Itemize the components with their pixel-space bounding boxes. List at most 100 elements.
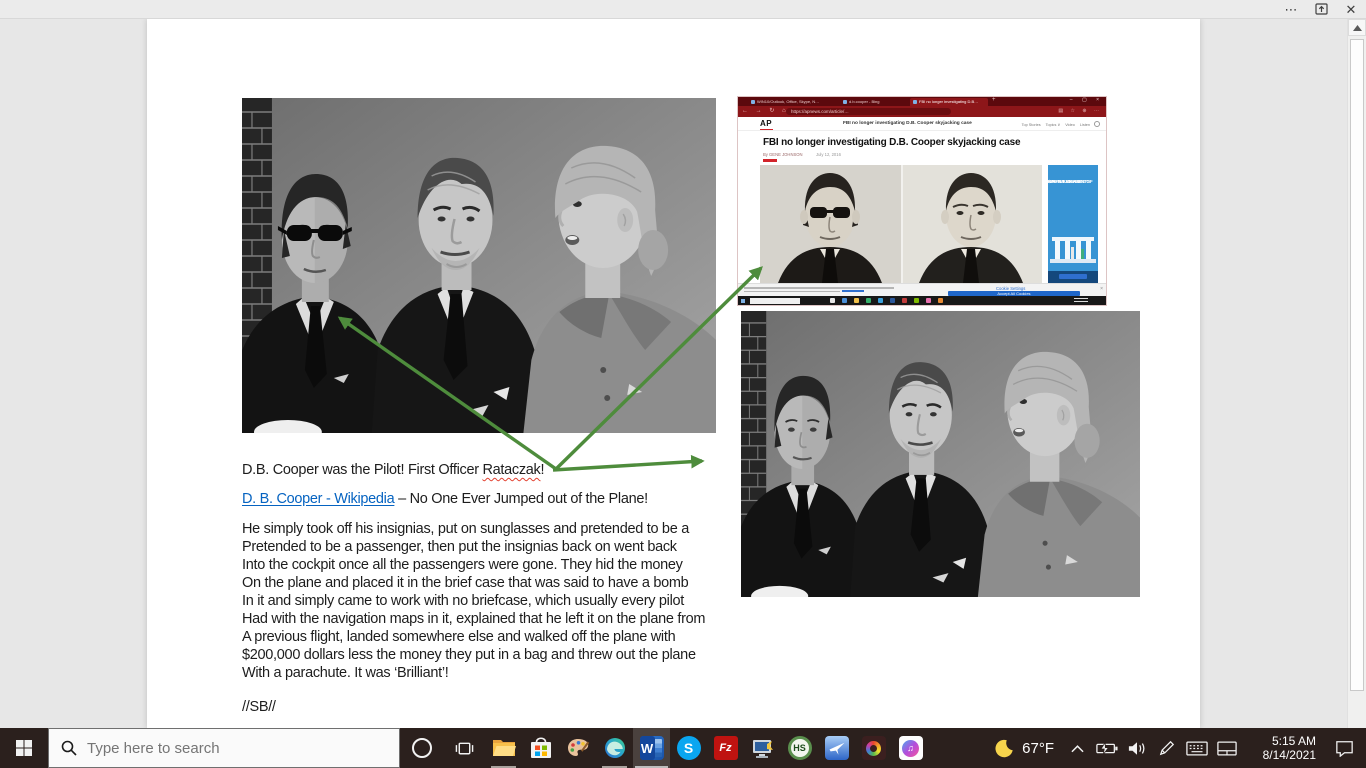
cookie-text-line	[744, 291, 840, 293]
browser-tab-2[interactable]: d.b.cooper - Bing	[840, 98, 906, 106]
volume-button[interactable]	[1122, 728, 1152, 768]
cookie-banner: Cookie Settings Accept All Cookies ×	[738, 283, 1106, 296]
crew-photo-edited-sunglasses[interactable]	[242, 98, 716, 433]
cortana-icon	[412, 738, 432, 758]
browser-toolbar: ← → ↻ ⌂ https://apnews.com/article/… ▤ ☆…	[738, 106, 1106, 117]
browser-tab-bar: WIN10/Outlook, Office, Skype, N… d.b.coo…	[738, 97, 1106, 106]
taskbar-app-adobe-cc[interactable]	[855, 728, 892, 768]
desktop-screen: ⋯ ✕	[0, 0, 1366, 768]
ap-masthead: AP FBI no longer investigating D.B. Coop…	[738, 117, 1106, 131]
taskbar-search[interactable]	[48, 728, 400, 768]
microsoft-store-icon	[530, 736, 552, 760]
filezilla-icon: Fz	[714, 736, 738, 760]
article-byline: By GENE JOHNSON	[763, 152, 803, 157]
restore-window-button[interactable]	[1306, 0, 1336, 18]
taskbar-app-edge[interactable]	[596, 728, 633, 768]
search-input[interactable]	[87, 740, 367, 757]
restore-window-icon	[1315, 3, 1328, 15]
body-paragraph: He simply took off his insignias, put on…	[242, 520, 705, 682]
browser-tab-1[interactable]: WIN10/Outlook, Office, Skype, N…	[748, 98, 836, 106]
signoff: //SB//	[242, 698, 705, 716]
tab-favicon	[751, 100, 755, 104]
touch-keyboard-button[interactable]	[1182, 728, 1212, 768]
cortana-button[interactable]	[400, 728, 444, 768]
browser-nav-buttons[interactable]: ← → ↻ ⌂	[742, 107, 789, 114]
sidebar-ad[interactable]: EARN 1.5X POINTSON PURCHASES OF$5K OR MO…	[1048, 165, 1098, 283]
masthead-nav[interactable]: Top StoriesTopics ∨VideoListen	[1017, 122, 1090, 127]
ap-article-screenshot[interactable]: WIN10/Outlook, Office, Skype, N… d.b.coo…	[738, 97, 1106, 305]
ap-logo[interactable]: AP	[760, 119, 772, 128]
action-center-button[interactable]	[1322, 728, 1366, 768]
browser-tab-active[interactable]: FBI no longer investigating D.B…	[910, 98, 988, 106]
article-headline: FBI no longer investigating D.B. Cooper …	[763, 137, 1020, 148]
battery-status[interactable]	[1092, 728, 1122, 768]
vertical-scrollbar[interactable]	[1347, 19, 1366, 728]
search-icon	[61, 740, 77, 756]
crew-photo-original[interactable]	[741, 311, 1140, 597]
browser-window-controls[interactable]: – ▢ ×	[1070, 97, 1103, 103]
battery-charging-icon	[1096, 742, 1118, 755]
taskbar-app-skype[interactable]: S	[670, 728, 707, 768]
cookie-close-icon[interactable]: ×	[1100, 286, 1103, 292]
remote-desktop-icon	[751, 736, 775, 760]
masthead-search-icon[interactable]	[1094, 121, 1100, 127]
misspelled-word: Rataczak	[482, 462, 540, 478]
scroll-up-button[interactable]	[1348, 19, 1366, 36]
windows-ink-button[interactable]	[1152, 728, 1182, 768]
document-text: D.B. Cooper was the Pilot! First Officer…	[242, 461, 705, 716]
weather-widget[interactable]: 67°F	[985, 728, 1062, 768]
taskbar-app-itunes[interactable]: ♫	[892, 728, 929, 768]
touchpad-settings-button[interactable]	[1212, 728, 1242, 768]
privacy-policy-link[interactable]	[842, 290, 864, 292]
taskbar-app-travel[interactable]	[818, 728, 855, 768]
paint-icon	[566, 736, 590, 760]
word-titlebar: ⋯ ✕	[0, 0, 1366, 19]
address-bar[interactable]: https://apnews.com/article/…	[786, 108, 951, 115]
close-window-button[interactable]: ✕	[1336, 0, 1366, 18]
adobe-creative-cloud-icon	[862, 736, 886, 760]
moon-icon	[993, 737, 1015, 759]
taskbar-app-microsoft-store[interactable]	[522, 728, 559, 768]
skype-icon: S	[677, 736, 701, 760]
taskbar-app-word[interactable]: W	[633, 728, 670, 768]
word-icon: W	[640, 736, 664, 760]
start-button[interactable]	[0, 728, 48, 768]
taskbar-app-filezilla[interactable]: Fz	[707, 728, 744, 768]
cookie-text-line	[744, 287, 894, 289]
file-explorer-icon	[492, 736, 516, 760]
article-date: July 12, 2016	[816, 152, 841, 157]
ad-button	[1059, 274, 1087, 279]
browser-toolbar-icons[interactable]: ▤ ☆ ⊕ ⋯	[1058, 108, 1102, 114]
tab-favicon	[843, 100, 847, 104]
ribbon-options-button[interactable]: ⋯	[1276, 0, 1306, 18]
touchpad-icon	[1217, 741, 1237, 756]
task-view-button[interactable]	[444, 728, 485, 768]
system-tray: 67°F	[985, 728, 1366, 768]
cooper-sketches-image	[760, 165, 1042, 283]
mini-date	[1074, 301, 1088, 302]
scroll-up-arrow-icon	[1353, 25, 1362, 31]
wikipedia-line: D. B. Cooper - Wikipedia – No One Ever J…	[242, 490, 705, 508]
taskbar-app-remote-desktop[interactable]	[744, 728, 781, 768]
task-view-icon	[455, 739, 474, 758]
taskbar-app-paint[interactable]	[559, 728, 596, 768]
taskbar-app-hs[interactable]: HS	[781, 728, 818, 768]
chevron-up-icon	[1071, 744, 1084, 753]
keyboard-icon	[1186, 741, 1208, 756]
pen-icon	[1159, 740, 1175, 756]
hs-app-icon: HS	[788, 736, 812, 760]
new-tab-button[interactable]: +	[992, 97, 996, 103]
cookie-settings-link[interactable]: Cookie Settings	[996, 286, 1025, 291]
edge-icon	[603, 736, 627, 760]
clock[interactable]: 5:15 AM 8/14/2021	[1242, 728, 1322, 768]
taskbar-app-file-explorer[interactable]	[485, 728, 522, 768]
document-canvas: WIN10/Outlook, Office, Skype, N… d.b.coo…	[0, 19, 1366, 728]
tab-favicon	[913, 100, 917, 104]
ellipsis-icon: ⋯	[1285, 3, 1298, 16]
screenshot-taskbar	[738, 296, 1106, 305]
mini-search-box	[750, 298, 800, 304]
tray-chevron-button[interactable]	[1062, 728, 1092, 768]
scrollbar-thumb[interactable]	[1350, 39, 1364, 691]
wikipedia-link[interactable]: D. B. Cooper - Wikipedia	[242, 491, 394, 507]
word-page[interactable]: WIN10/Outlook, Office, Skype, N… d.b.coo…	[147, 19, 1200, 728]
